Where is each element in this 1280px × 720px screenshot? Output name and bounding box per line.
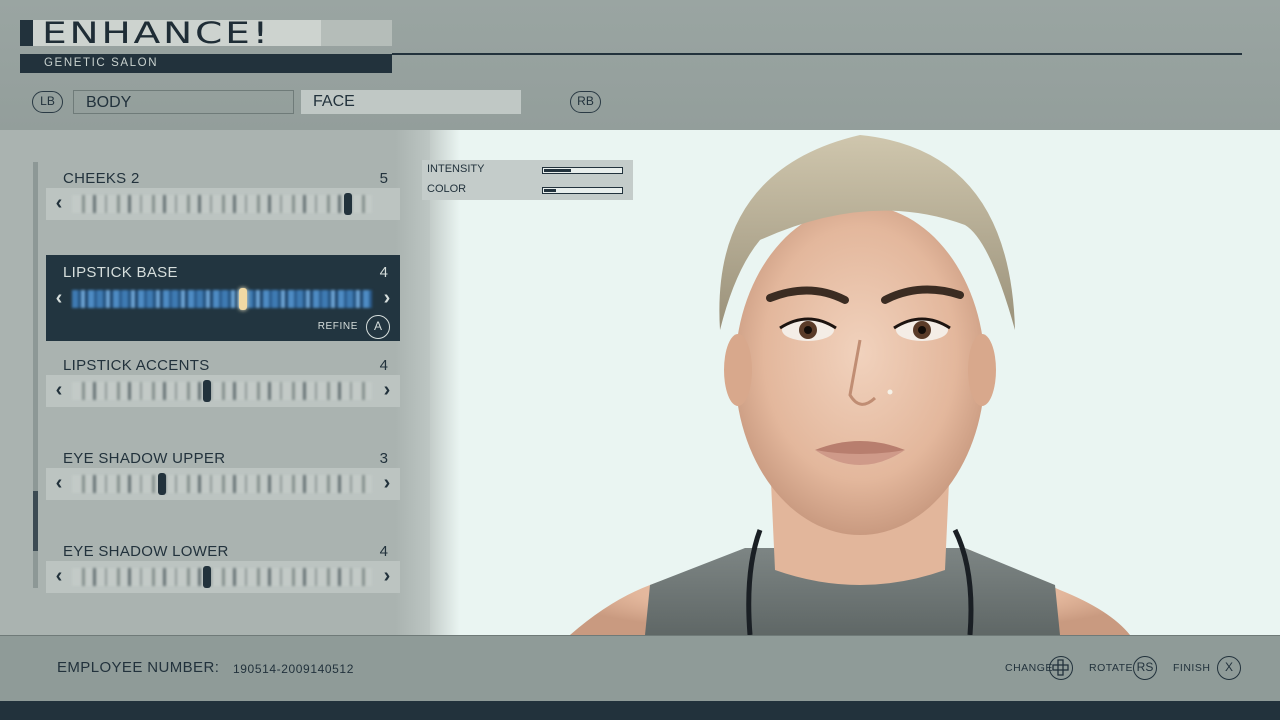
slider-value: 4 [379, 264, 388, 281]
color-fill [544, 189, 556, 192]
intensity-color-panel: INTENSITY COLOR [422, 160, 633, 200]
finish-label: FINISH [1173, 662, 1211, 674]
chevron-left-icon[interactable]: ‹ [50, 561, 68, 593]
rotate-button[interactable]: RS [1133, 656, 1157, 680]
slider-row-eye-shadow-upper[interactable]: EYE SHADOW UPPER 3 ‹ › [46, 450, 400, 502]
rotate-label: ROTATE [1089, 662, 1134, 674]
slider-knob[interactable] [239, 288, 247, 310]
tab-body[interactable]: BODY [73, 90, 294, 114]
slider-label: LIPSTICK BASE [63, 264, 178, 281]
intensity-label: INTENSITY [427, 163, 485, 175]
character-portrait[interactable] [570, 130, 1130, 635]
preview-shade [430, 130, 460, 635]
slider-label: EYE SHADOW LOWER [63, 543, 229, 560]
slider-row-cheeks-2[interactable]: CHEEKS 2 5 ‹ [46, 170, 400, 222]
slider-label: CHEEKS 2 [63, 170, 140, 187]
slider-row-lipstick-base[interactable]: LIPSTICK BASE 4 ‹ › REFINE A [46, 255, 400, 341]
slider-label: EYE SHADOW UPPER [63, 450, 226, 467]
color-slider[interactable] [542, 187, 623, 194]
bottom-strip [0, 701, 1280, 720]
slider-track[interactable] [72, 195, 372, 213]
slider-value: 5 [379, 170, 388, 187]
app-subtitle: GENETIC SALON [44, 57, 159, 69]
change-label: CHANGE [1005, 662, 1053, 674]
header-divider [392, 53, 1242, 55]
slider-value: 4 [379, 357, 388, 374]
slider-track[interactable] [72, 382, 372, 400]
slider-strip[interactable]: ‹ › [46, 561, 400, 593]
slider-track[interactable] [72, 290, 372, 308]
logo-bar-tail [321, 20, 392, 46]
scrollbar-thumb[interactable] [33, 491, 38, 551]
chevron-left-icon[interactable]: ‹ [50, 468, 68, 500]
color-label: COLOR [427, 183, 467, 195]
slider-knob[interactable] [344, 193, 352, 215]
chevron-right-icon[interactable]: › [378, 283, 396, 315]
slider-knob[interactable] [158, 473, 166, 495]
slider-strip[interactable]: ‹ [46, 188, 400, 220]
tab-face[interactable]: FACE [301, 90, 521, 114]
app-title: ENHANCE! [42, 16, 271, 50]
chevron-right-icon[interactable]: › [378, 561, 396, 593]
slider-knob[interactable] [203, 566, 211, 588]
slider-strip[interactable]: ‹ › [46, 375, 400, 407]
slider-value: 3 [379, 450, 388, 467]
employee-number-label: EMPLOYEE NUMBER: [57, 659, 220, 676]
slider-knob[interactable] [203, 380, 211, 402]
chevron-right-icon[interactable]: › [378, 468, 396, 500]
slider-strip[interactable]: ‹ › [46, 283, 400, 315]
intensity-slider[interactable] [542, 167, 623, 174]
chevron-left-icon[interactable]: ‹ [50, 283, 68, 315]
chevron-left-icon[interactable]: ‹ [50, 188, 68, 220]
chevron-left-icon[interactable]: ‹ [50, 375, 68, 407]
dpad-icon[interactable] [1049, 656, 1073, 680]
rb-button[interactable]: RB [570, 91, 601, 113]
refine-button[interactable]: A [366, 315, 390, 339]
intensity-fill [544, 169, 571, 172]
finish-button[interactable]: X [1217, 656, 1241, 680]
lb-button[interactable]: LB [32, 91, 63, 113]
slider-row-lipstick-accents[interactable]: LIPSTICK ACCENTS 4 ‹ › [46, 357, 400, 409]
refine-label: REFINE [317, 321, 358, 332]
slider-strip[interactable]: ‹ › [46, 468, 400, 500]
slider-track[interactable] [72, 475, 372, 493]
logo-mark [20, 20, 33, 46]
slider-row-eye-shadow-lower[interactable]: EYE SHADOW LOWER 4 ‹ › [46, 543, 400, 595]
slider-track[interactable] [72, 568, 372, 586]
slider-value: 4 [379, 543, 388, 560]
slider-label: LIPSTICK ACCENTS [63, 357, 210, 374]
employee-number-value: 190514-2009140512 [233, 662, 354, 676]
chevron-right-icon[interactable]: › [378, 375, 396, 407]
